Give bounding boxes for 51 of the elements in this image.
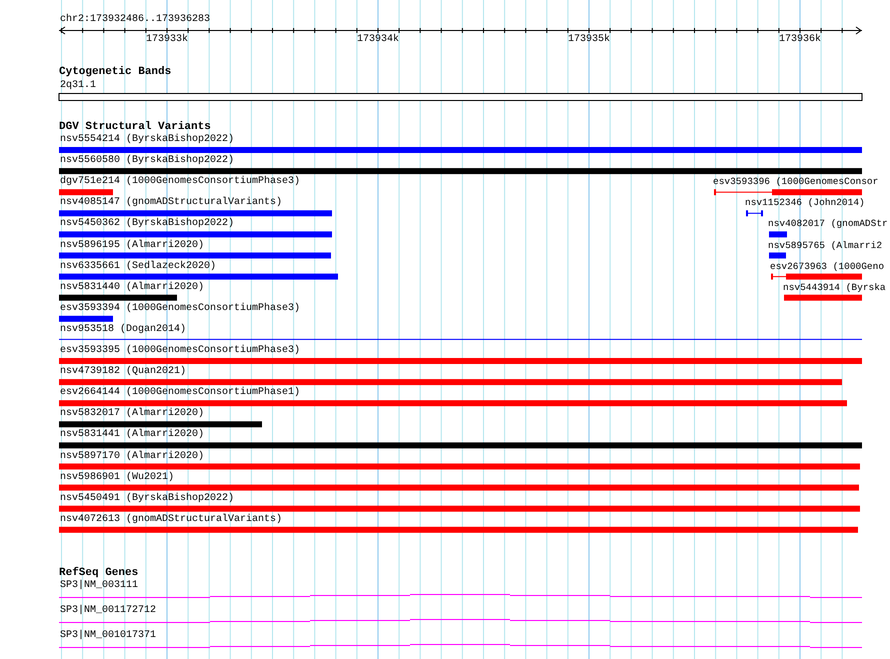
variant-span[interactable] (771, 274, 862, 280)
variant-label: nsv5831440 (Almarri2020) (60, 282, 204, 294)
variant-bar[interactable] (59, 442, 862, 448)
transcript-label: SP3|NM_001172712 (60, 605, 156, 617)
gene-model-line[interactable] (58, 594, 862, 598)
variant-label: nsv5895765 (Almarri2 (768, 240, 882, 252)
variant-label: nsv5897170 (Almarri2020) (60, 450, 204, 462)
variant-label: esv3593396 (1000GenomesConsor (713, 176, 878, 188)
ruler-tick-label: 173934k (356, 34, 400, 46)
variant-label: nsv5450362 (ByrskaBishop2022) (60, 218, 234, 230)
variant-label: nsv5831441 (Almarri2020) (60, 429, 204, 442)
variant-label: nsv1152346 (John2014) (745, 197, 865, 210)
variant-bar[interactable] (59, 421, 262, 428)
transcript-label: SP3|NM_001017371 (60, 630, 156, 642)
variant-label: nsv5450491 (ByrskaBishop2022) (60, 492, 234, 505)
variant-label: esv2673963 (1000Geno (770, 260, 884, 273)
variant-bar[interactable] (59, 294, 177, 301)
variant-bar[interactable] (769, 231, 787, 238)
variant-line[interactable] (59, 338, 862, 340)
variant-span[interactable] (714, 189, 862, 196)
variant-label: nsv4082017 (gnomADStr (768, 218, 888, 230)
gene-model-line[interactable] (58, 619, 862, 623)
track-title: Cytogenetic Bands (59, 66, 172, 78)
variant-label: esv3593395 (1000GenomesConsortiumPhase3) (60, 345, 300, 357)
variant-label: dgv751e214 (1000GenomesConsortiumPhase3) (60, 176, 300, 188)
variant-label: nsv953518 (Dogan2014) (60, 324, 186, 336)
ruler-tick-label: 173933k (144, 34, 189, 46)
variant-span[interactable] (746, 210, 763, 216)
variant-label: nsv4072613 (gnomADStructuralVariants) (60, 514, 282, 526)
variant-label: nsv5832017 (Almarri2020) (60, 408, 204, 420)
variant-label: nsv5896195 (Almarri2020) (60, 240, 204, 252)
track-title: DGV Structural Variants (59, 121, 211, 133)
variant-bar[interactable] (59, 168, 862, 174)
variant-label: nsv6335661 (Sedlazeck2020) (60, 260, 216, 273)
variant-label: nsv5443914 (Byrska (783, 282, 886, 294)
location-label: chr2:173932486..173936283 (60, 14, 210, 26)
variant-label: nsv5554214 (ByrskaBishop2022) (60, 134, 234, 146)
variant-bar[interactable] (59, 274, 338, 280)
ruler-tick-label: 173936k (778, 34, 822, 46)
variant-bar[interactable] (59, 231, 332, 238)
variant-label: esv3593394 (1000GenomesConsortiumPhase3) (60, 302, 300, 315)
gene-model-line[interactable] (58, 644, 862, 648)
variant-label: nsv4739182 (Quan2021) (60, 366, 186, 378)
variant-label: nsv5986901 (Wu2021) (60, 472, 174, 484)
variant-label: nsv5560580 (ByrskaBishop2022) (60, 155, 234, 168)
track-title: RefSeq Genes (59, 567, 138, 579)
ruler-tick-label: 173935k (566, 34, 611, 46)
transcript-label: SP3|NM_003111 (60, 580, 138, 592)
variant-label: nsv4085147 (gnomADStructuralVariants) (60, 197, 282, 210)
variant-label: esv2664144 (1000GenomesConsortiumPhase1) (60, 387, 300, 400)
band-label: 2q31.1 (60, 80, 96, 92)
